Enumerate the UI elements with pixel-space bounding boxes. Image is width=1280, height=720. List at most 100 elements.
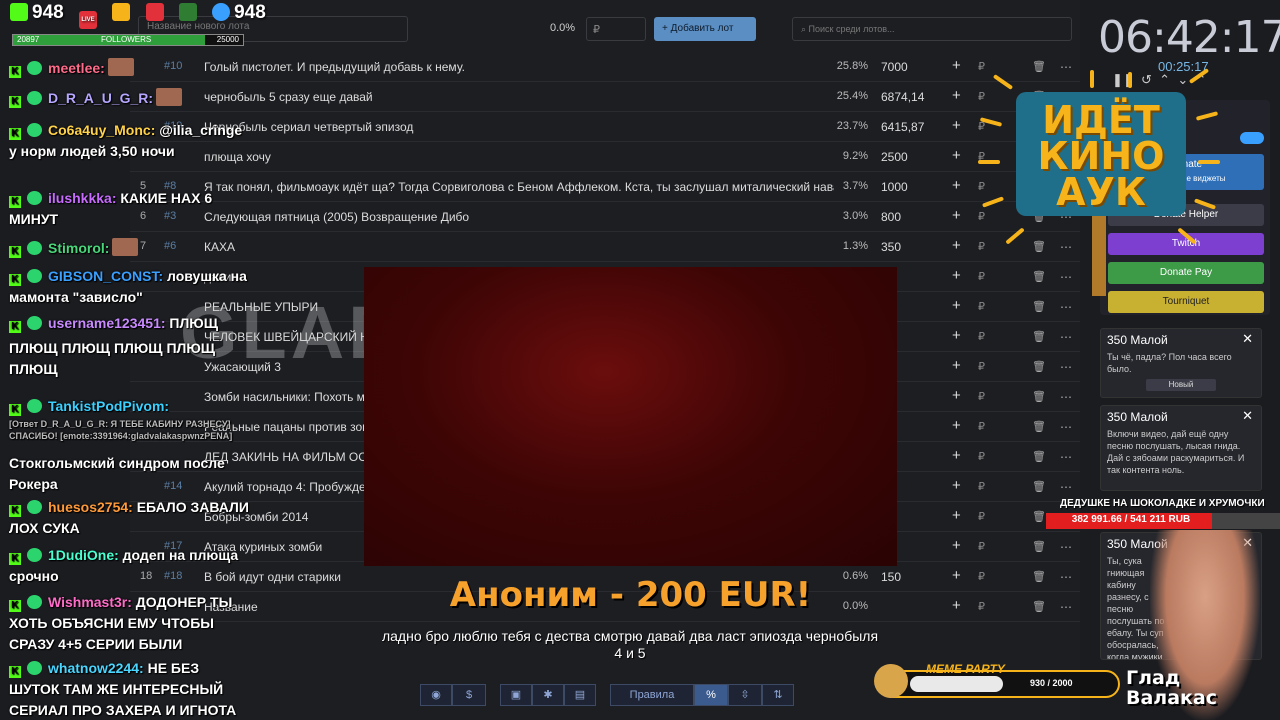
add-amount-icon[interactable]: + xyxy=(952,57,961,74)
trash-icon[interactable]: 🗑 xyxy=(1032,450,1046,463)
video-player[interactable] xyxy=(364,267,897,566)
more-icon[interactable]: ⋯ xyxy=(1060,450,1072,464)
trash-icon[interactable]: 🗑 xyxy=(1032,240,1046,253)
add-amount-icon[interactable]: + xyxy=(952,237,961,254)
add-amount-icon[interactable]: + xyxy=(952,597,961,614)
lot-search-input[interactable]: ⌕ Поиск среди лотов... xyxy=(792,17,1072,41)
trash-icon[interactable]: 🗑 xyxy=(1032,390,1046,403)
trash-icon[interactable]: 🗑 xyxy=(1032,600,1046,613)
more-icon[interactable]: ⋯ xyxy=(1060,390,1072,404)
bug-button[interactable]: ✱ xyxy=(532,684,564,706)
bug-icon: ✱ xyxy=(543,689,553,701)
add-amount-icon[interactable]: + xyxy=(952,567,961,584)
trash-icon[interactable]: 🗑 xyxy=(1032,480,1046,493)
emote-icon xyxy=(107,58,134,76)
sort-button[interactable]: ⇅ xyxy=(762,684,794,706)
add-lot-button[interactable]: + Добавить лот xyxy=(654,17,756,41)
trash-icon[interactable]: 🗑 xyxy=(1032,300,1046,313)
close-icon[interactable]: ✕ xyxy=(1242,408,1253,424)
trash-icon[interactable]: 🗑 xyxy=(1032,570,1046,583)
add-amount-icon[interactable]: + xyxy=(952,207,961,224)
trash-icon[interactable]: 🗑 xyxy=(1032,420,1046,433)
lot-name: Чернобыль сериал четвертый эпизод xyxy=(204,120,414,134)
github-button[interactable]: ◉ xyxy=(420,684,452,706)
chat-username[interactable]: Wishmast3r: xyxy=(48,594,132,610)
chat-username[interactable]: Stimorol: xyxy=(48,240,109,256)
new-lot-amount-input[interactable]: ₽ xyxy=(586,17,646,41)
chat-username[interactable]: username123451: xyxy=(48,315,166,331)
table-row[interactable]: плюща хочу9.2%2500+₽🗑⋯ xyxy=(130,142,1080,172)
rules-button[interactable]: Правила xyxy=(610,684,694,706)
more-icon[interactable]: ⋯ xyxy=(1060,420,1072,434)
add-amount-icon[interactable]: + xyxy=(952,357,961,374)
chevron-down-icon[interactable]: ⌄ xyxy=(1177,72,1188,87)
more-icon[interactable]: ⋯ xyxy=(1060,270,1072,284)
tourniquet-button[interactable]: Tourniquet xyxy=(1108,291,1264,313)
chat-text: додеп на плюща срочно xyxy=(9,547,239,584)
lot-name: Голый пистолет. И предыдущий добавь к не… xyxy=(204,60,465,74)
donate-pay-button[interactable]: Donate Pay xyxy=(1108,262,1264,284)
chat-username[interactable]: TankistPodPivom: xyxy=(48,398,169,414)
chevron-up-icon[interactable]: ⌃ xyxy=(1159,72,1170,87)
add-amount-icon[interactable]: + xyxy=(952,417,961,434)
add-amount-icon[interactable]: + xyxy=(952,147,961,164)
dollar-button[interactable]: $ xyxy=(452,684,486,706)
more-icon[interactable]: ⋯ xyxy=(1060,300,1072,314)
table-row[interactable]: 5 #8 Я так понял, фильмоаук идёт ща? Тогда… xyxy=(130,172,1080,202)
add-amount-icon[interactable]: + xyxy=(952,447,961,464)
table-row[interactable]: #19 Чернобыль сериал четвертый эпизод 23.7… xyxy=(130,112,1080,142)
chat-message: K Stimorol: xyxy=(9,238,249,259)
add-amount-icon[interactable]: + xyxy=(952,477,961,494)
m-icon xyxy=(145,3,164,21)
add-amount-icon[interactable]: + xyxy=(952,177,961,194)
add-amount-icon[interactable]: + xyxy=(952,507,961,524)
add-amount-icon[interactable]: + xyxy=(952,117,961,134)
trash-icon[interactable]: 🗑 xyxy=(1032,510,1046,523)
more-icon[interactable]: ⋯ xyxy=(1060,360,1072,374)
more-icon[interactable]: ⋯ xyxy=(1060,240,1072,254)
more-icon[interactable]: ⋯ xyxy=(1060,60,1072,74)
chat-username[interactable]: 1DudiOne: xyxy=(48,547,119,563)
trash-icon[interactable]: 🗑 xyxy=(1032,330,1046,343)
save-button[interactable]: ▣ xyxy=(500,684,532,706)
table-row[interactable]: 6 #3 Следующая пятница (2005) Возвращение … xyxy=(130,202,1080,232)
chat-username[interactable]: meetlee: xyxy=(48,60,105,76)
trash-icon[interactable]: 🗑 xyxy=(1032,270,1046,283)
chat-username[interactable]: ilushkkka: xyxy=(48,190,116,206)
more-icon[interactable]: ⋯ xyxy=(1060,480,1072,494)
add-amount-icon[interactable]: + xyxy=(952,387,961,404)
kino-line2: КИНО xyxy=(1037,134,1165,178)
table-row[interactable]: #10 Голый пистолет. И предыдущий добавь к… xyxy=(130,52,1080,82)
close-icon[interactable]: ✕ xyxy=(1242,331,1253,347)
more-icon[interactable]: ⋯ xyxy=(1060,570,1072,584)
chat-username[interactable]: huesos2754: xyxy=(48,499,133,515)
add-amount-icon[interactable]: + xyxy=(952,297,961,314)
table-row[interactable]: 7 #6 КАХА 1.3% 350 + ₽ 🗑 ⋯ xyxy=(130,232,1080,262)
trash-icon[interactable]: 🗑 xyxy=(1032,60,1046,73)
more-icon[interactable]: ⋯ xyxy=(1060,540,1072,554)
percent-button[interactable]: % xyxy=(694,684,728,706)
add-amount-icon[interactable]: + xyxy=(952,327,961,344)
infinity-icon xyxy=(178,3,197,21)
kick-badge-icon: K xyxy=(9,666,21,678)
chat-username[interactable]: D_R_A_U_G_R: xyxy=(48,90,153,106)
add-amount-icon[interactable]: + xyxy=(952,87,961,104)
table-row[interactable]: #7чернобыль 5 сразу еще давай25.4%6874,1… xyxy=(130,82,1080,112)
donation-alert-title: Аноним - 200 EUR! xyxy=(449,575,812,615)
add-amount-icon[interactable]: + xyxy=(952,267,961,284)
currency-icon: ₽ xyxy=(978,601,985,613)
align-button[interactable]: ⇳ xyxy=(728,684,762,706)
card-tag[interactable]: Новый xyxy=(1146,379,1216,391)
more-icon[interactable]: ⋯ xyxy=(1060,330,1072,344)
toggle-switch[interactable] xyxy=(1240,132,1264,144)
chat-username[interactable]: GIBSON_CONST: xyxy=(48,268,163,284)
add-amount-icon[interactable]: + xyxy=(952,537,961,554)
heart-badge-icon xyxy=(27,399,42,413)
clear-button[interactable]: ▤ xyxy=(564,684,596,706)
chat-username[interactable]: Co6a4uy_Monc: xyxy=(48,122,155,138)
trash-icon[interactable]: 🗑 xyxy=(1032,360,1046,373)
trash-icon[interactable]: 🗑 xyxy=(1032,540,1046,553)
reset-icon[interactable]: ↺ xyxy=(1141,72,1152,87)
more-icon[interactable]: ⋯ xyxy=(1060,600,1072,614)
chat-username[interactable]: whatnow2244: xyxy=(48,660,144,676)
